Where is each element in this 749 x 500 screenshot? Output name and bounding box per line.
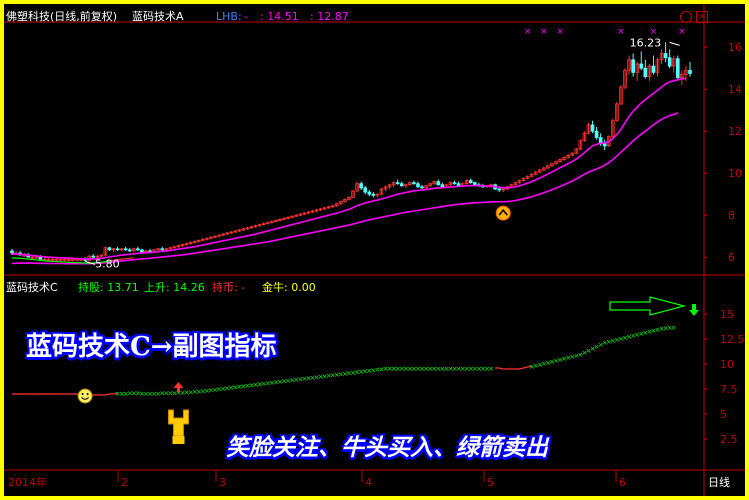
overlay-title: 蓝码技术C→副图指标 xyxy=(26,332,277,362)
candle-body xyxy=(667,57,672,67)
candle-body xyxy=(688,69,692,74)
bull-value: 金牛: 0.00 xyxy=(262,281,316,294)
candle-body xyxy=(395,182,400,185)
candle-body xyxy=(363,187,368,193)
month-label: 6 xyxy=(619,476,626,489)
axis-year-label: 2014年 xyxy=(8,475,47,489)
period-label: 日线 xyxy=(708,475,730,489)
coin-value: 持币: - xyxy=(212,281,246,294)
candle-body xyxy=(590,124,595,132)
price-tick-label: 8 xyxy=(728,209,735,222)
candle-body xyxy=(115,248,120,251)
candle-body xyxy=(123,248,128,251)
candle-body xyxy=(107,247,112,251)
candle-body xyxy=(367,191,372,195)
smile-eye-icon xyxy=(81,393,84,395)
candle-body xyxy=(412,182,416,185)
month-label: 3 xyxy=(219,476,226,489)
price-tick-label: 12 xyxy=(728,125,742,138)
sub-tick-label: 2.5 xyxy=(720,433,738,446)
kline-chart[interactable]: 6 8 10 12 14 16 × × × × × × 5.80 16.23 2.5 5 7.5 10 12.5 15… xyxy=(4,4,745,496)
hold-cross: × xyxy=(671,324,677,332)
sub-tick-label: 5 xyxy=(720,408,727,421)
candle-body xyxy=(399,183,404,187)
candle-body xyxy=(594,130,599,138)
top-marker: × xyxy=(678,27,686,37)
price-tick-label: 10 xyxy=(728,167,742,180)
candle-body xyxy=(160,248,165,251)
price-tick-label: 16 xyxy=(728,41,742,54)
candle-body xyxy=(359,183,363,189)
candle-body xyxy=(436,181,441,186)
candle-body xyxy=(497,188,501,191)
ma1-value: : 14.51 xyxy=(260,10,299,23)
sub-tick-label: 12.5 xyxy=(720,333,745,346)
hold-value: 持股: 13.71 xyxy=(78,281,139,294)
top-marker: × xyxy=(524,27,532,37)
candle-body xyxy=(639,63,644,69)
candle-body xyxy=(631,59,635,73)
candle-body xyxy=(602,143,607,147)
candle-body xyxy=(663,53,668,59)
candle-body xyxy=(440,184,445,188)
chart-window: 6 8 10 12 14 16 × × × × × × 5.80 16.23 2.5 5 7.5 10 12.5 15… xyxy=(4,4,745,496)
candle-body xyxy=(468,180,473,184)
candle-body xyxy=(456,183,461,187)
window-control-icon[interactable] xyxy=(680,11,692,23)
candle-body xyxy=(643,67,648,77)
candle-body xyxy=(675,58,680,79)
close-icon[interactable]: × xyxy=(696,11,708,23)
annotation-label: 16.23 xyxy=(630,36,662,49)
smile-eye-icon xyxy=(86,393,89,395)
candle-body xyxy=(651,65,656,73)
rise-value: 上升: 14.26 xyxy=(144,281,205,294)
top-marker: × xyxy=(556,27,564,37)
bull-arrow-stem-icon xyxy=(176,387,180,392)
ma2-value: : 12.87 xyxy=(310,10,349,23)
sub-indicator-name: 蓝码技术C xyxy=(6,281,58,294)
stock-title: 佛塑科技(日线,前复权) xyxy=(6,10,118,23)
top-marker: × xyxy=(617,27,625,37)
bull-base-icon xyxy=(172,436,185,444)
candle-body xyxy=(420,186,424,189)
sub-tick-label: 7.5 xyxy=(720,383,738,396)
lhb-value: - xyxy=(244,10,248,23)
candle-body xyxy=(136,248,140,251)
month-label: 5 xyxy=(487,476,494,489)
lhb-label: LHB: xyxy=(216,10,242,23)
candle-body xyxy=(452,182,457,185)
candle-body xyxy=(472,182,477,186)
candle-body xyxy=(38,256,43,260)
sub-tick-label: 15 xyxy=(720,308,734,321)
candle-body xyxy=(371,193,376,196)
top-marker: × xyxy=(540,27,548,37)
annotation-label: 5.80 xyxy=(95,257,120,270)
month-label: 4 xyxy=(365,476,372,489)
candle-body xyxy=(140,249,144,253)
price-tick-label: 14 xyxy=(728,83,742,96)
price-tick-label: 6 xyxy=(728,251,735,264)
candle-body xyxy=(127,249,132,252)
overlay-subtitle: 笑脸关注、牛头买入、绿箭卖出 xyxy=(226,434,548,461)
smile-icon xyxy=(77,388,93,404)
candle-body xyxy=(10,250,14,254)
buy-signal-icon xyxy=(495,205,511,221)
main-indicator-name: 蓝码技术A xyxy=(132,10,184,23)
candle-body xyxy=(416,183,420,188)
sub-tick-label: 10 xyxy=(720,358,734,371)
hold-cross: × xyxy=(488,365,494,373)
month-label: 2 xyxy=(121,476,128,489)
